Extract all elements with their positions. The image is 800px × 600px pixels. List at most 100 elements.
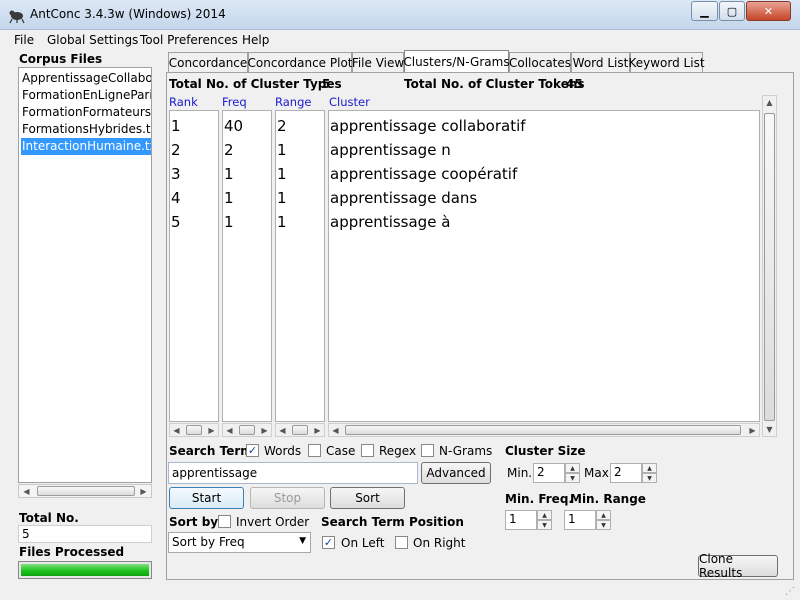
tab-clusters-ngrams[interactable]: Clusters/N-Grams [403,50,510,72]
regex-checkbox-label[interactable]: Regex [379,444,416,458]
tab-concordance-plot[interactable]: Concordance Plot [248,52,353,72]
search-term-position-label: Search Term Position [321,515,464,529]
scroll-up-icon[interactable]: ▲ [763,96,776,109]
column-header-rank[interactable]: Rank [169,95,198,109]
scrollbar-thumb[interactable] [292,425,308,435]
tab-word-list[interactable]: Word List [571,52,630,72]
column-header-cluster[interactable]: Cluster [329,95,370,109]
corpus-file-item[interactable]: FormationEnLigneParit [21,87,151,104]
ngrams-checkbox[interactable] [421,444,434,457]
on-left-label[interactable]: On Left [341,536,384,550]
table-row-cluster[interactable]: apprentissage collaboratif [330,117,526,135]
tab-keyword-list[interactable]: Keyword List [628,52,705,72]
start-button[interactable]: Start [169,487,244,509]
scrollbar-thumb[interactable] [764,113,775,421]
range-horizontal-scrollbar[interactable]: ◀ ▶ [275,423,325,437]
cluster-horizontal-scrollbar[interactable]: ◀ ▶ [328,423,760,437]
cluster-max-spinner[interactable]: 2 [610,463,642,483]
table-row-cluster[interactable]: apprentissage dans [330,189,477,207]
sort-by-label: Sort by [169,515,219,529]
scroll-left-icon[interactable]: ◀ [223,424,236,437]
spin-down-icon[interactable]: ▼ [565,473,580,483]
scroll-right-icon[interactable]: ▶ [205,424,218,437]
scrollbar-thumb[interactable] [239,425,255,435]
corpus-file-item-selected[interactable]: InteractionHumaine.txt [21,138,151,155]
spin-up-icon[interactable]: ▲ [596,510,611,520]
scroll-left-icon[interactable]: ◀ [329,424,342,437]
spin-up-icon[interactable]: ▲ [642,463,657,473]
regex-checkbox[interactable] [361,444,374,457]
words-checkbox[interactable]: ✓ [246,444,259,457]
cluster-tokens-label: Total No. of Cluster Tokens [404,77,585,91]
close-button[interactable]: ✕ [746,1,791,21]
results-vertical-scrollbar[interactable]: ▲ ▼ [762,95,777,437]
cluster-types-value: 5 [322,77,331,91]
invert-order-checkbox[interactable] [218,515,231,528]
table-row-cluster[interactable]: apprentissage coopératif [330,165,517,183]
scroll-right-icon[interactable]: ▶ [137,485,150,498]
resize-grip-icon[interactable]: ⋰ [785,586,795,597]
spin-up-icon[interactable]: ▲ [537,510,552,520]
case-checkbox-label[interactable]: Case [326,444,355,458]
column-header-freq[interactable]: Freq [222,95,247,109]
menu-file[interactable]: File [14,33,34,47]
sort-button[interactable]: Sort [330,487,405,509]
scroll-right-icon[interactable]: ▶ [311,424,324,437]
scrollbar-thumb[interactable] [345,425,741,435]
min-freq-stepper[interactable]: ▲ ▼ [537,510,552,530]
scroll-right-icon[interactable]: ▶ [258,424,271,437]
spin-down-icon[interactable]: ▼ [596,520,611,530]
min-range-spinner[interactable]: 1 [564,510,596,530]
sort-by-select[interactable]: Sort by Freq ▼ [168,532,311,553]
corpus-file-item[interactable]: FormationFormateurs.t [21,104,151,121]
minimize-button[interactable]: ▁ [691,1,718,21]
cluster-min-stepper[interactable]: ▲ ▼ [565,463,580,483]
corpus-file-item[interactable]: FormationsHybrides.tx [21,121,151,138]
invert-order-label[interactable]: Invert Order [236,515,309,529]
maximize-button[interactable]: ▢ [719,1,745,21]
column-header-range[interactable]: Range [275,95,311,109]
table-row-cluster[interactable]: apprentissage n [330,141,451,159]
menu-tool-preferences[interactable]: Tool Preferences [140,33,238,47]
scrollbar-thumb[interactable] [37,486,135,496]
case-checkbox[interactable] [308,444,321,457]
spin-down-icon[interactable]: ▼ [537,520,552,530]
table-row-cluster[interactable]: apprentissage à [330,213,450,231]
menu-help[interactable]: Help [242,33,269,47]
on-right-label[interactable]: On Right [413,536,465,550]
table-row-freq: 1 [224,189,234,207]
words-checkbox-label[interactable]: Words [264,444,301,458]
ngrams-checkbox-label[interactable]: N-Grams [439,444,492,458]
corpus-horizontal-scrollbar[interactable]: ◀ ▶ [18,484,152,498]
files-processed-label: Files Processed [19,545,125,559]
on-right-checkbox[interactable] [395,536,408,549]
min-freq-spinner[interactable]: 1 [505,510,537,530]
table-row-rank: 5 [171,213,181,231]
scroll-down-icon[interactable]: ▼ [763,423,776,436]
scrollbar-thumb[interactable] [186,425,202,435]
freq-horizontal-scrollbar[interactable]: ◀ ▶ [222,423,272,437]
clone-results-button[interactable]: Clone Results [698,552,778,580]
corpus-file-item[interactable]: ApprentissageCollabo [21,70,151,87]
tab-concordance[interactable]: Concordance [168,52,248,72]
tab-collocates[interactable]: Collocates [509,52,571,72]
cluster-min-spinner[interactable]: 2 [533,463,565,483]
advanced-button[interactable]: Advanced [421,462,491,484]
scroll-left-icon[interactable]: ◀ [170,424,183,437]
total-files-value-box: 5 [18,525,152,543]
search-term-input[interactable]: apprentissage [168,462,418,484]
rank-horizontal-scrollbar[interactable]: ◀ ▶ [169,423,219,437]
spin-up-icon[interactable]: ▲ [565,463,580,473]
stop-button[interactable]: Stop [250,487,325,509]
scroll-left-icon[interactable]: ◀ [20,485,33,498]
menu-global-settings[interactable]: Global Settings [47,33,138,47]
cluster-max-stepper[interactable]: ▲ ▼ [642,463,657,483]
scroll-left-icon[interactable]: ◀ [276,424,289,437]
corpus-file-list[interactable]: ApprentissageCollabo FormationEnLignePar… [18,67,152,483]
scroll-right-icon[interactable]: ▶ [746,424,759,437]
min-range-stepper[interactable]: ▲ ▼ [596,510,611,530]
min-range-label: Min. Range [570,492,646,506]
on-left-checkbox[interactable]: ✓ [322,536,335,549]
spin-down-icon[interactable]: ▼ [642,473,657,483]
tab-file-view[interactable]: File View [352,52,404,72]
